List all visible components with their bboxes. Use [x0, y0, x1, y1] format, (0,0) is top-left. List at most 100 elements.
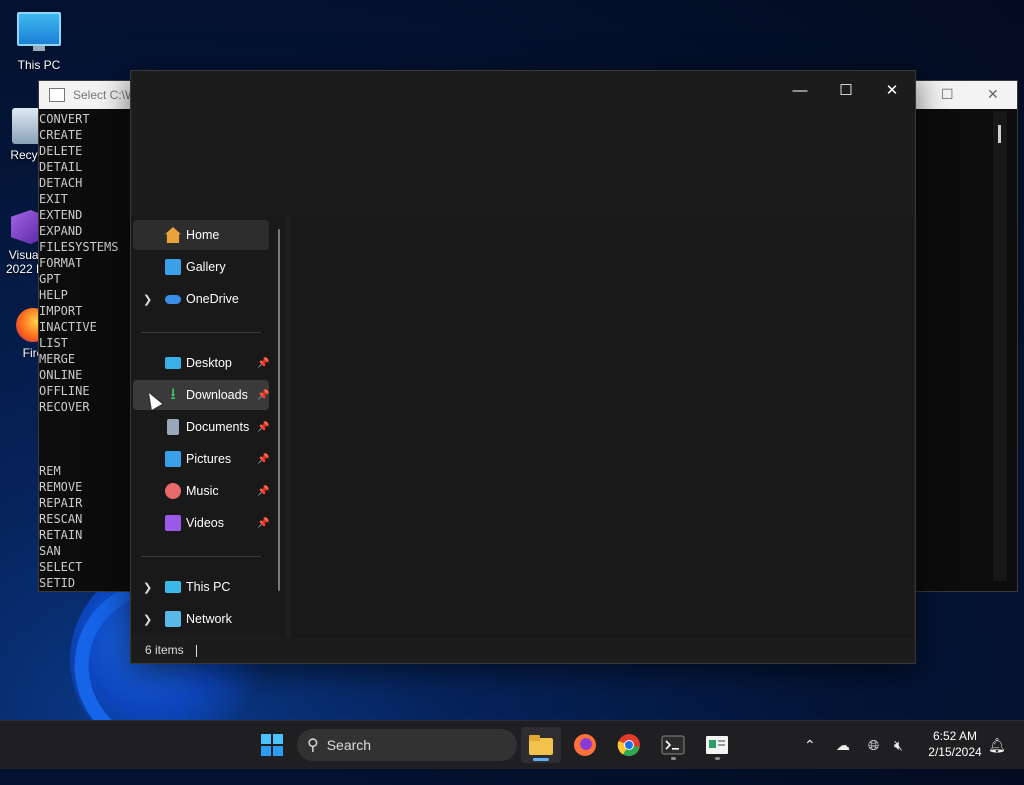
network-icon	[165, 611, 181, 627]
music-icon	[165, 483, 181, 499]
nav-item-label: This PC	[186, 580, 231, 594]
taskbar-app[interactable]	[697, 727, 737, 763]
chevron-up-icon: ⌃	[804, 736, 816, 753]
console-line: FORMAT	[39, 256, 83, 270]
running-indicator	[715, 757, 720, 760]
console-line: DETACH	[39, 176, 83, 190]
bell-icon: 🔔︎	[988, 736, 1006, 753]
pin-icon[interactable]: 📌	[257, 422, 269, 433]
nav-item-onedrive[interactable]: ❯ OneDrive	[133, 284, 269, 314]
console-line: OFFLINE	[39, 384, 90, 398]
chevron-right-icon[interactable]: ❯	[143, 613, 152, 626]
console-line: SELECT	[39, 560, 83, 574]
console-maximize-button[interactable]: ☐	[941, 86, 954, 103]
clock[interactable]: 6:52 AM 2/15/2024	[915, 728, 995, 760]
minimize-button[interactable]: —	[777, 77, 823, 105]
nav-scrollbar[interactable]	[278, 229, 280, 591]
console-line: LIST	[39, 336, 68, 350]
start-button[interactable]	[252, 727, 292, 763]
pin-icon[interactable]: 📌	[257, 518, 269, 529]
console-line: CREATE	[39, 128, 83, 142]
console-line: REMOVE	[39, 480, 83, 494]
this-pc-icon	[17, 12, 61, 51]
nav-item-label: Downloads	[186, 388, 248, 402]
nav-item-desktop[interactable]: Desktop 📌	[133, 348, 269, 378]
this-pc-icon	[165, 581, 181, 593]
cloud-offline-icon: ☁	[836, 736, 850, 753]
console-line: REM	[39, 464, 61, 478]
console-line: RETAIN	[39, 528, 83, 542]
content-pane[interactable]	[291, 216, 913, 638]
nav-item-documents[interactable]: Documents 📌	[133, 412, 269, 442]
close-button[interactable]: ✕	[869, 77, 915, 105]
language-tray[interactable]: 🌐︎	[868, 721, 879, 769]
taskbar-firefox[interactable]	[565, 727, 605, 763]
desktop-icon	[165, 357, 181, 369]
onedrive-tray[interactable]: ☁	[836, 721, 850, 769]
pin-icon[interactable]: 📌	[257, 486, 269, 497]
start-icon	[261, 734, 283, 756]
console-line: ONLINE	[39, 368, 83, 382]
nav-item-label: Videos	[186, 516, 224, 530]
globe-icon: 🌐︎	[868, 736, 880, 753]
home-icon	[165, 227, 181, 243]
volume-tray[interactable]: 🔇︎	[894, 721, 903, 769]
console-line: DELETE	[39, 144, 83, 158]
running-indicator	[671, 757, 676, 760]
console-line: EXTEND	[39, 208, 83, 222]
nav-item-music[interactable]: Music 📌	[133, 476, 269, 506]
maximize-button[interactable]: ☐	[823, 77, 869, 105]
console-scrollbar[interactable]	[993, 111, 1007, 581]
notifications-button[interactable]: 🔔︎	[988, 721, 1006, 769]
clock-date: 2/15/2024	[928, 745, 982, 759]
nav-item-videos[interactable]: Videos 📌	[133, 508, 269, 538]
chevron-right-icon[interactable]: ❯	[143, 293, 152, 306]
videos-icon	[165, 515, 181, 531]
taskbar-terminal[interactable]	[653, 727, 693, 763]
pin-icon[interactable]: 📌	[257, 358, 269, 369]
nav-item-label: Network	[186, 612, 232, 626]
file-explorer-icon	[529, 735, 553, 755]
nav-item-label: Gallery	[186, 260, 226, 274]
clock-time: 6:52 AM	[932, 729, 978, 743]
nav-item-label: OneDrive	[186, 292, 239, 306]
item-count: 6 items	[145, 643, 184, 657]
nav-item-network[interactable]: ❯ Network	[133, 604, 269, 634]
desktop-icon-label: This PC	[17, 58, 61, 72]
console-line: IMPORT	[39, 304, 83, 318]
show-hidden-icons-button[interactable]: ⌃	[804, 721, 816, 769]
nav-item-pictures[interactable]: Pictures 📌	[133, 444, 269, 474]
taskbar-chrome[interactable]	[609, 727, 649, 763]
console-line: HELP	[39, 288, 68, 302]
nav-item-home[interactable]: Home	[133, 220, 269, 250]
console-line: SAN	[39, 544, 61, 558]
gallery-icon	[165, 259, 181, 275]
chrome-icon	[617, 734, 640, 757]
console-line: RECOVER	[39, 400, 90, 414]
search-placeholder: Search	[326, 737, 372, 753]
pin-icon[interactable]: 📌	[257, 454, 269, 465]
onedrive-icon	[165, 295, 181, 304]
nav-separator	[141, 332, 261, 333]
console-line: CONVERT	[39, 112, 90, 126]
console-line: SETID	[39, 576, 76, 590]
nav-item-label: Pictures	[186, 452, 232, 466]
active-indicator	[533, 758, 549, 761]
file-explorer-window[interactable]: — ☐ ✕ Home Gallery ❯ OneDrive Desktop 📌 …	[130, 70, 916, 664]
taskbar-search[interactable]: ⚲ Search	[297, 729, 517, 761]
desktop-icon-this-pc[interactable]: This PC	[4, 12, 74, 72]
chevron-right-icon[interactable]: ❯	[143, 581, 152, 594]
nav-item-label: Home	[186, 228, 220, 242]
console-line: EXIT	[39, 192, 68, 206]
nav-item-gallery[interactable]: Gallery	[133, 252, 269, 282]
pin-icon[interactable]: 📌	[257, 390, 269, 401]
console-close-button[interactable]: ✕	[987, 86, 999, 103]
downloads-icon: ⭳	[170, 386, 176, 403]
pane-divider[interactable]	[287, 216, 289, 638]
console-app-icon	[49, 88, 65, 102]
visual-studio-icon	[11, 210, 39, 244]
taskbar-file-explorer[interactable]	[521, 727, 561, 763]
nav-item-this-pc[interactable]: ❯ This PC	[133, 572, 269, 602]
